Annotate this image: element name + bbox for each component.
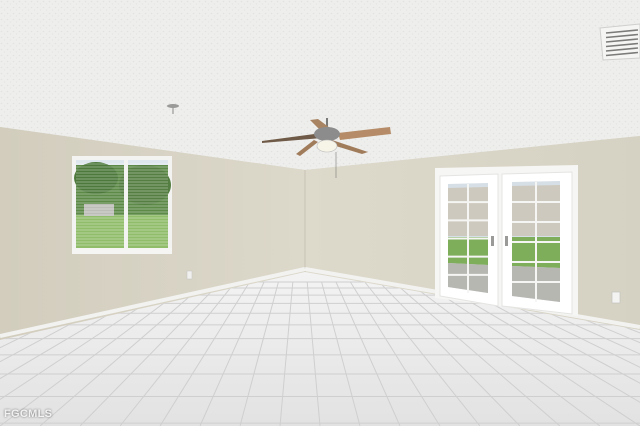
french-doors bbox=[435, 165, 578, 316]
room-illustration bbox=[0, 0, 640, 426]
empty-room-photo: FGCMLS bbox=[0, 0, 640, 426]
watermark-logo: FGCMLS bbox=[4, 408, 53, 420]
fan-light bbox=[316, 139, 338, 153]
wall-outlet bbox=[611, 291, 621, 304]
ac-vent bbox=[599, 23, 640, 61]
fan-motor bbox=[314, 127, 340, 141]
door-handle bbox=[491, 236, 494, 246]
window-grass bbox=[76, 215, 168, 248]
window bbox=[72, 156, 172, 254]
